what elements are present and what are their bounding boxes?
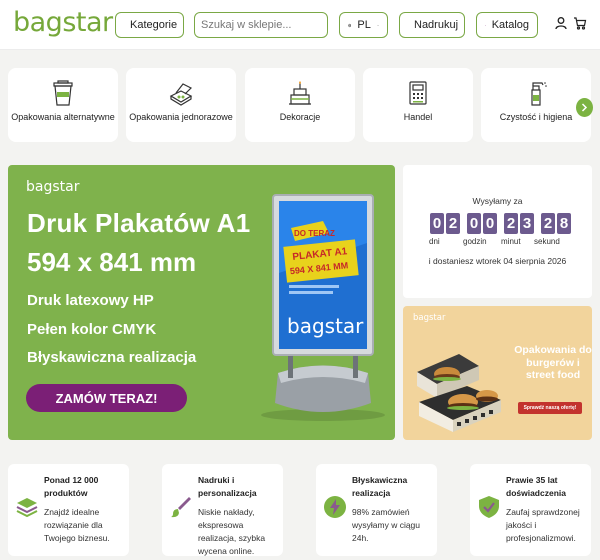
cake-icon [289, 81, 311, 105]
print-label: Nadrukuj [414, 19, 459, 31]
cash-register-icon [409, 81, 427, 105]
feature-card: Prawie 35 lat doświadczenia Zaufaj spraw… [470, 464, 591, 556]
feature-card: Ponad 12 000 produktów Znajdź idealne ro… [8, 464, 129, 556]
feature-title: Nadruki i personalizacja [198, 475, 257, 498]
category-tile[interactable]: Opakowania alternatywne [8, 68, 118, 142]
book-icon [485, 24, 486, 26]
print-button[interactable]: Nadrukuj [399, 12, 465, 38]
feature-description: Znajdź idealne rozwiązanie dla Twojego b… [44, 507, 110, 543]
countdown-digit: 3 [520, 213, 534, 234]
countdown-digit: 0 [483, 213, 497, 234]
hero-subtitle: 594 x 841 mm [27, 247, 197, 277]
food-box-icon [169, 83, 193, 106]
brush-icon [171, 497, 191, 518]
category-tile[interactable]: Dekoracje [245, 68, 355, 142]
countdown-label: godzin [463, 237, 487, 246]
countdown-label: minut [501, 237, 521, 246]
category-label: Opakowania jednorazowe [129, 112, 233, 122]
countdown-digit: 2 [504, 213, 518, 234]
shipping-countdown: Wysyłamy za 0 2 0 0 2 3 2 8 dni godzin m… [403, 165, 592, 298]
chevron-down-icon [376, 24, 379, 26]
language-select[interactable]: PL [339, 12, 388, 38]
delivery-date: i dostaniesz wtorek 04 sierpnia 2026 [428, 256, 567, 266]
catalog-button[interactable]: Katalog [476, 12, 538, 38]
poster-badge: DO TERAZ [294, 229, 335, 238]
countdown-digit: 2 [446, 213, 460, 234]
poster-stand-illustration: DO TERAZ PLAKAT A1 594 X 841 MM bagstar [261, 194, 385, 421]
feature-card: Nadruki i personalizacja Niskie nakłady,… [162, 464, 283, 556]
category-label: Handel [403, 112, 433, 122]
promo-text: Opakowania do burgerów i street food [514, 344, 592, 381]
category-label: Czystość i higiena [499, 112, 573, 122]
feature-description: Niskie nakłady, ekspresowa realizacja, s… [198, 507, 266, 556]
categories-label: Kategorie [130, 19, 178, 31]
category-label: Dekoracje [279, 112, 321, 122]
user-icon[interactable] [554, 16, 568, 30]
order-now-button[interactable]: ZAMÓW TERAZ! [26, 384, 187, 412]
countdown-title: Wysyłamy za [472, 196, 523, 206]
categories-button[interactable]: Kategorie [115, 12, 184, 38]
lightning-icon [324, 496, 346, 518]
category-carousel: Opakowania alternatywne Opakowania jedno… [0, 68, 600, 146]
layers-icon [16, 498, 38, 518]
cup-icon [53, 80, 73, 106]
countdown-label: dni [429, 237, 440, 246]
language-value: PL [357, 19, 371, 31]
globe-icon [348, 23, 352, 27]
feature-description: 98% zamówień wysyłamy w ciągu 24h. [352, 507, 421, 543]
countdown-label: sekund [534, 237, 560, 246]
chevron-right-icon [581, 103, 588, 112]
promo-button[interactable]: Sprawdź naszą ofertę! [518, 402, 582, 414]
hero-feature: Druk latexowy HP [27, 292, 154, 309]
countdown-digits: 0 2 0 0 2 3 2 8 [430, 213, 571, 234]
cart-icon[interactable] [573, 16, 587, 30]
catalog-label: Katalog [491, 19, 529, 31]
category-tile[interactable]: Opakowania jednorazowe [126, 68, 236, 142]
search-input[interactable] [194, 12, 328, 38]
countdown-digit: 0 [467, 213, 481, 234]
site-header: bagstar Kategorie PL Nadrukuj Katalog [0, 0, 600, 50]
promo-logo: bagstar [413, 313, 446, 323]
hero-logo: bagstar [26, 179, 80, 195]
hero-banner[interactable]: bagstar Druk Plakatów A1 594 x 841 mm Dr… [8, 165, 395, 440]
feature-description: Zaufaj sprawdzonej jakości i profesjonal… [506, 507, 580, 543]
feature-title: Ponad 12 000 produktów [44, 475, 99, 498]
category-label: Opakowania alternatywne [11, 112, 115, 122]
countdown-digit: 2 [541, 213, 555, 234]
feature-title: Błyskawiczna realizacja [352, 475, 408, 498]
category-tile[interactable]: Handel [363, 68, 473, 142]
poster-brand: bagstar [287, 314, 364, 338]
site-logo[interactable]: bagstar [13, 7, 113, 38]
countdown-digit: 0 [430, 213, 444, 234]
carousel-next-button[interactable] [576, 98, 593, 117]
feature-title: Prawie 35 lat doświadczenia [506, 475, 566, 498]
spray-bottle-icon [531, 82, 547, 106]
hero-feature: Pełen kolor CMYK [27, 321, 157, 338]
burger-boxes-illustration [417, 354, 501, 432]
category-tile[interactable]: Czystość i higiena [481, 68, 591, 142]
countdown-digit: 8 [557, 213, 571, 234]
shield-check-icon [479, 496, 499, 518]
promo-banner-burgers[interactable]: bagstar Opakowania do burgerów i street … [403, 306, 592, 440]
hero-title: Druk Plakatów A1 [27, 208, 251, 238]
hero-feature: Błyskawiczna realizacja [27, 349, 197, 366]
feature-card: Błyskawiczna realizacja 98% zamówień wys… [316, 464, 437, 556]
